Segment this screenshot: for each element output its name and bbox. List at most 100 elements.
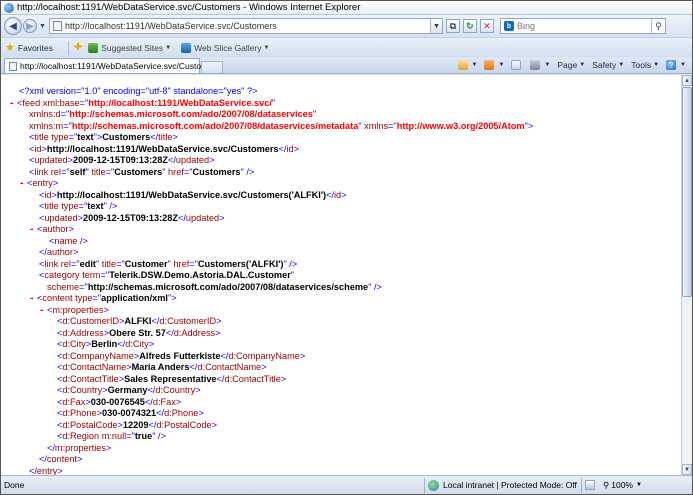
entry-id: <id>http://localhost:1191/WebDataService… xyxy=(39,189,347,200)
tools-menu[interactable]: Tools ▼ xyxy=(631,60,659,70)
collapse-toggle[interactable]: - xyxy=(29,293,37,305)
security-zone[interactable]: Local intranet | Protected Mode: Off xyxy=(428,479,578,491)
address-dropdown-button[interactable]: ▼ xyxy=(429,19,442,33)
separator xyxy=(424,477,425,493)
stop-button[interactable]: ✕ xyxy=(479,19,494,33)
search-input[interactable]: b Bing ⚲ xyxy=(499,18,666,34)
globe-icon xyxy=(428,479,439,491)
feeds-button[interactable]: ▼ xyxy=(484,60,504,70)
zone-label: Local intranet | Protected Mode: Off xyxy=(443,480,577,490)
read-mail-button[interactable] xyxy=(511,60,523,70)
rss-icon xyxy=(484,60,495,70)
chevron-down-icon: ▼ xyxy=(653,62,660,68)
zoom-control[interactable]: ⚲ 100% ▼ xyxy=(603,480,642,491)
address-toolbar: ◀ ▶ ▼ http://localhost:1191/WebDataServi… xyxy=(1,15,692,37)
entry-link: <link rel="edit" title="Customer" href="… xyxy=(39,258,298,269)
back-arrow-icon: ◀ xyxy=(9,20,17,32)
entry-title: <title type="text" /> xyxy=(39,201,118,211)
search-placeholder: Bing xyxy=(516,21,535,31)
scroll-down-button[interactable]: ▼ xyxy=(682,464,692,475)
search-icon[interactable]: ⚲ xyxy=(650,19,665,33)
add-favorite-icon[interactable]: ✚ xyxy=(74,42,82,53)
property-line: <d:ContactName>Maria Anders</d:ContactNa… xyxy=(57,362,267,372)
command-bar: ▼ ▼ ▼ Page ▼ Safety ▼ Tools ▼ ? ▼ xyxy=(451,57,686,73)
property-line: <d:Address>Obere Str. 57</d:Address> xyxy=(57,327,221,338)
tab-bar: http://localhost:1191/WebDataService.svc… xyxy=(1,57,692,74)
home-icon xyxy=(457,60,468,70)
recent-pages-dropdown[interactable]: ▼ xyxy=(39,23,46,30)
chevron-down-icon: ▼ xyxy=(680,62,686,68)
page-icon xyxy=(52,21,62,31)
help-icon: ? xyxy=(666,60,677,70)
forward-arrow-icon: ▶ xyxy=(26,20,34,32)
forward-button[interactable]: ▶ xyxy=(23,19,37,33)
content-close: </content> xyxy=(39,454,83,464)
back-button[interactable]: ◀ xyxy=(4,17,22,35)
property-line: <d:PostalCode>12209</d:PostalCode> xyxy=(57,419,217,430)
favorites-bar: ★ Favorites ✚ Suggested Sites ▼ Web Slic… xyxy=(1,37,692,57)
refresh-button[interactable]: ↻ xyxy=(462,19,477,33)
chevron-down-icon: ▼ xyxy=(544,62,551,68)
separator xyxy=(581,477,582,493)
collapse-toggle[interactable]: - xyxy=(19,178,27,190)
web-slice-gallery-link[interactable]: Web Slice Gallery xyxy=(194,43,261,53)
chevron-down-icon: ▼ xyxy=(471,62,478,68)
status-bar: Done Local intranet | Protected Mode: Of… xyxy=(1,475,692,494)
collapse-toggle[interactable]: - xyxy=(39,305,47,317)
scroll-thumb[interactable] xyxy=(682,87,692,297)
refresh-icon: ↻ xyxy=(466,20,474,31)
ie-logo-icon xyxy=(4,2,14,13)
feed-open: - <feed xml:base="http://localhost:1191/W… xyxy=(9,97,276,110)
entry-open: - <entry> xyxy=(19,178,59,190)
feed-xmlns-m: xmlns:m="http://schemas.microsoft.com/ad… xyxy=(29,120,534,131)
author-open: - <author> xyxy=(29,224,74,236)
favorites-star-icon: ★ xyxy=(5,42,15,54)
compatibility-icon: ⧉ xyxy=(449,20,457,31)
zoom-icon: ⚲ xyxy=(603,479,610,490)
author-name: <name /> xyxy=(49,235,88,246)
help-button[interactable]: ? ▼ xyxy=(666,60,686,70)
page-menu-label: Page xyxy=(557,60,578,70)
mail-icon xyxy=(511,60,522,70)
new-tab-button[interactable] xyxy=(201,61,223,73)
entry-category: <category term="Telerik.DSW.Demo.Astoria… xyxy=(39,270,295,280)
page-menu[interactable]: Page ▼ xyxy=(557,60,585,70)
home-button[interactable]: ▼ xyxy=(457,60,478,70)
favorites-button[interactable]: Favorites xyxy=(18,43,53,53)
chevron-down-icon[interactable]: ▼ xyxy=(264,45,270,51)
feed-link: <link rel="self" title="Customers" href=… xyxy=(29,166,255,177)
xml-document-view: <?xml version="1.0" encoding="utf-8" sta… xyxy=(1,75,681,475)
property-list: <d:CustomerID>ALFKI</d:CustomerID> <d:Add… xyxy=(1,316,681,431)
printer-icon xyxy=(530,60,541,70)
suggested-sites-link[interactable]: Suggested Sites xyxy=(101,43,163,53)
scroll-up-button[interactable]: ▲ xyxy=(682,75,692,86)
tab-label: http://localhost:1191/WebDataService.svc… xyxy=(20,61,220,71)
chevron-down-icon: ▼ xyxy=(579,62,586,68)
ie-window: http://localhost:1191/WebDataService.svc… xyxy=(0,0,693,495)
property-region: <d:Region m:null="true" /> xyxy=(57,431,166,441)
print-button[interactable]: ▼ xyxy=(530,60,550,70)
feed-updated: <updated>2009-12-15T09:13:28Z</updated> xyxy=(29,155,215,165)
properties-open: - <m:properties> xyxy=(39,304,109,317)
tools-menu-label: Tools xyxy=(631,60,652,70)
address-url: http://localhost:1191/WebDataService.svc… xyxy=(64,21,277,31)
suggested-sites-icon xyxy=(88,42,99,53)
compatibility-view-button[interactable]: ⧉ xyxy=(445,19,460,33)
property-line: <d:City>Berlin</d:City> xyxy=(57,339,155,349)
safety-menu[interactable]: Safety ▼ xyxy=(592,60,624,70)
property-line: <d:Phone>030-0074321</d:Phone> xyxy=(57,408,204,418)
tab-customers[interactable]: http://localhost:1191/WebDataService.svc… xyxy=(4,58,220,73)
web-slice-icon xyxy=(181,42,192,53)
collapse-toggle[interactable]: - xyxy=(29,224,37,236)
chevron-down-icon: ▼ xyxy=(498,62,505,68)
vertical-scrollbar[interactable]: ▲ ▼ xyxy=(681,75,692,475)
status-text: Done xyxy=(4,480,25,490)
property-line: <d:CompanyName>Alfreds Futterkiste</d:Co… xyxy=(57,350,306,361)
chevron-down-icon: ▼ xyxy=(635,482,642,488)
collapse-toggle[interactable]: - xyxy=(9,98,17,110)
content-open: - <content type="application/xml"> xyxy=(29,293,177,305)
chevron-down-icon[interactable]: ▼ xyxy=(165,45,171,51)
address-input[interactable]: http://localhost:1191/WebDataService.svc… xyxy=(48,18,443,34)
entry-close: </entry> xyxy=(29,465,63,476)
protected-mode-icon[interactable] xyxy=(585,480,595,490)
